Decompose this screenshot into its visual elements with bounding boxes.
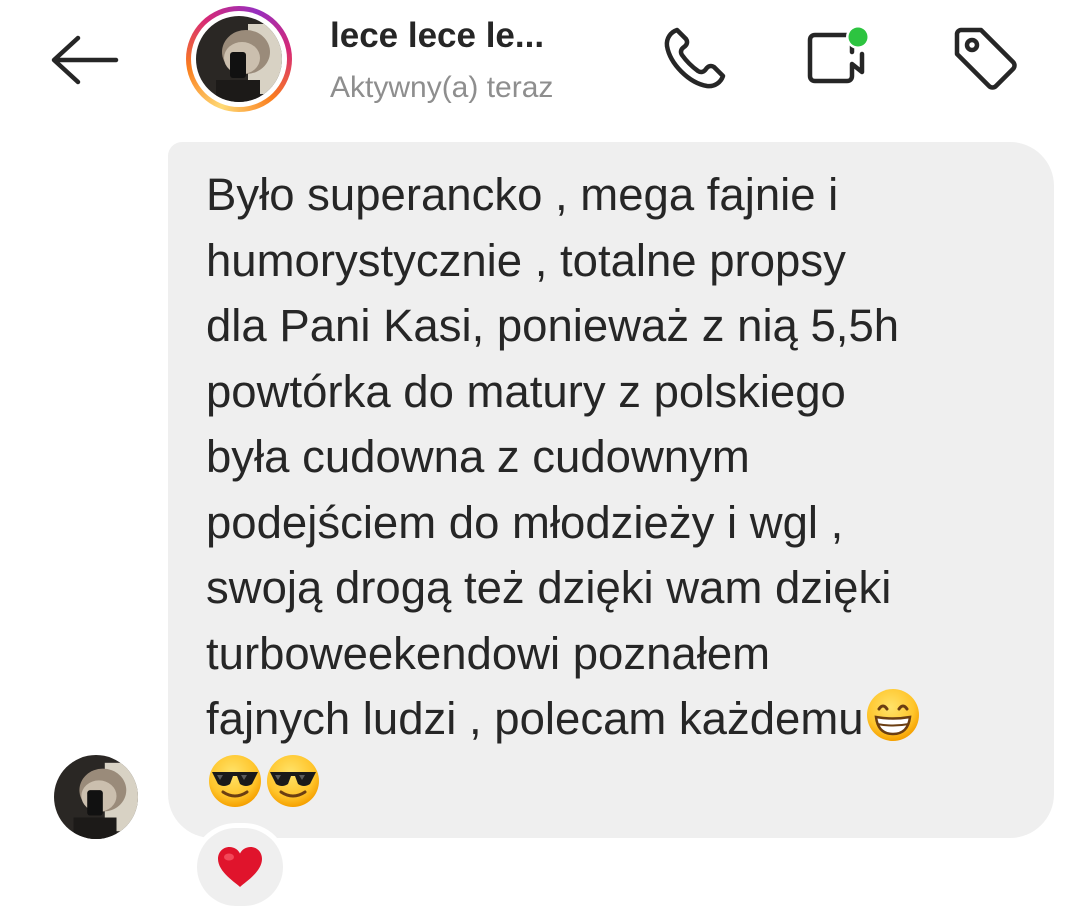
message-line: humorystycznie , totalne propsy xyxy=(206,234,846,286)
online-indicator xyxy=(848,27,868,47)
grinning-face-icon xyxy=(864,686,922,744)
message-line: była cudowna z cudownym xyxy=(206,431,750,482)
red-heart-icon xyxy=(218,847,262,887)
message-line: podejściem do młodzieży i wgl , xyxy=(206,496,844,548)
sunglasses-face-icon xyxy=(206,752,264,810)
avatar-photo xyxy=(196,16,282,102)
message-text: Było superancko , mega fajnie i humoryst… xyxy=(206,162,1034,817)
video-camera-icon[interactable] xyxy=(796,18,876,98)
reaction-badge[interactable] xyxy=(197,828,283,906)
contact-name[interactable]: lece lece le... xyxy=(330,16,544,56)
sender-avatar[interactable] xyxy=(54,755,138,839)
message-line: turboweekendowi poznałem xyxy=(206,627,771,679)
phone-icon[interactable] xyxy=(655,18,735,98)
active-status: Aktywny(a) teraz xyxy=(330,71,554,104)
message-bubble[interactable]: Było superancko , mega fajnie i humoryst… xyxy=(168,142,1054,838)
message-line: fajnych ludzi , polecam każdemu xyxy=(206,693,864,744)
message-line: Było superancko , mega fajnie i xyxy=(206,169,839,220)
contact-avatar[interactable] xyxy=(186,6,292,112)
message-line: powtórka do matury z polskiego xyxy=(206,365,846,417)
sunglasses-face-icon xyxy=(264,752,322,810)
back-arrow-icon[interactable] xyxy=(44,30,124,90)
chat-header: lece lece le... Aktywny(a) teraz xyxy=(0,0,1080,120)
message-line: dla Pani Kasi, ponieważ z nią 5,5h xyxy=(206,300,900,351)
message-line: swoją drogą też dzięki wam dzięki xyxy=(206,562,892,613)
tag-icon[interactable] xyxy=(945,18,1025,98)
